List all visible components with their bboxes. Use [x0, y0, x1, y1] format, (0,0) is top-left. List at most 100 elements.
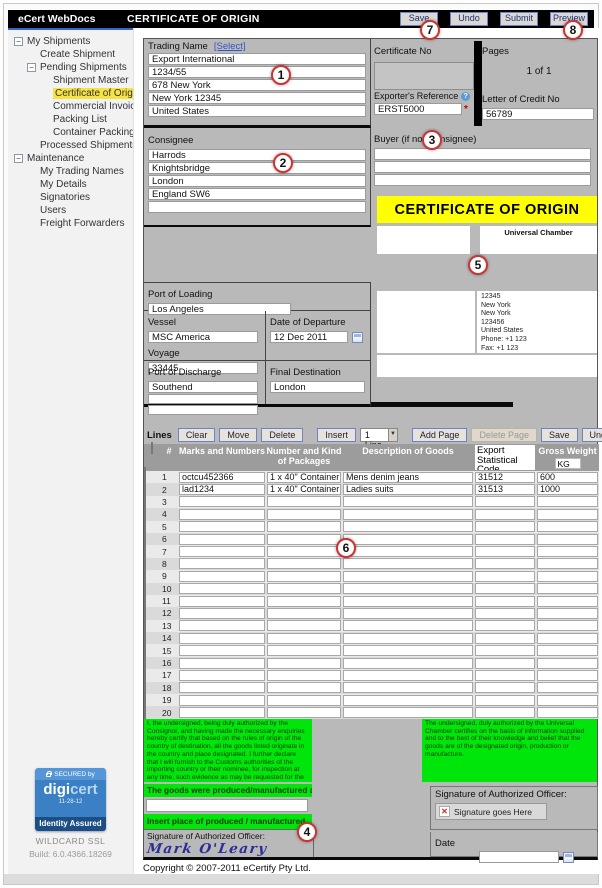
code-input[interactable]: [475, 695, 535, 706]
packages-input[interactable]: [267, 620, 341, 631]
marks-input[interactable]: [179, 620, 265, 631]
packages-input[interactable]: [267, 670, 341, 681]
help-icon[interactable]: ?: [461, 92, 470, 101]
date-calendar-icon[interactable]: [563, 852, 574, 863]
packages-input[interactable]: [267, 496, 341, 507]
code-input[interactable]: [475, 633, 535, 644]
form-input-line[interactable]: New York 12345: [148, 92, 366, 104]
weight-input[interactable]: [537, 546, 598, 557]
code-input[interactable]: [475, 558, 535, 569]
marks-input[interactable]: lad1234: [179, 484, 265, 495]
marks-input[interactable]: [179, 645, 265, 656]
packages-input[interactable]: [267, 521, 341, 532]
sidebar-item-users[interactable]: Users: [8, 204, 133, 217]
sidebar-item-processed-shipments[interactable]: Processed Shipments: [8, 139, 133, 152]
packages-input[interactable]: [267, 558, 341, 569]
code-input[interactable]: [475, 620, 535, 631]
packages-input[interactable]: [267, 645, 341, 656]
packages-input[interactable]: [267, 707, 341, 718]
weight-input[interactable]: [537, 534, 598, 545]
description-input[interactable]: Ladies suits: [343, 484, 473, 495]
form-input-line[interactable]: Harrods: [148, 149, 366, 161]
code-input[interactable]: [475, 496, 535, 507]
sidebar-item-freight-forwarders[interactable]: Freight Forwarders: [8, 217, 133, 230]
packages-input[interactable]: [267, 695, 341, 706]
code-input[interactable]: [475, 534, 535, 545]
code-input[interactable]: [475, 596, 535, 607]
weight-input[interactable]: [537, 658, 598, 669]
form-input-line[interactable]: 678 New York: [148, 79, 366, 91]
calendar-icon[interactable]: [352, 332, 363, 343]
sidebar-item-container-packing-list[interactable]: Container Packing List: [8, 126, 133, 139]
code-input[interactable]: [475, 670, 535, 681]
form-input-line[interactable]: [374, 161, 591, 173]
trading-name-select-link[interactable]: [Select]: [214, 41, 246, 52]
sidebar-item-certificate-of-origin[interactable]: Certificate of Origin: [8, 87, 133, 100]
weight-input[interactable]: [537, 558, 598, 569]
packages-input[interactable]: [267, 633, 341, 644]
code-input[interactable]: [475, 583, 535, 594]
sidebar-item-signatories[interactable]: Signatories: [8, 191, 133, 204]
marks-input[interactable]: [179, 546, 265, 557]
marks-input[interactable]: [179, 534, 265, 545]
delete-button[interactable]: Delete: [261, 428, 303, 442]
marks-input[interactable]: [179, 608, 265, 619]
sidebar-item-pending-shipments[interactable]: − Pending Shipments: [8, 61, 133, 74]
marks-input[interactable]: [179, 707, 265, 718]
insert-button[interactable]: Insert: [317, 428, 356, 442]
exporters-reference-input[interactable]: ERST5000: [374, 103, 462, 115]
weight-input[interactable]: [537, 521, 598, 532]
clear-button[interactable]: Clear: [178, 428, 216, 442]
produced-at-input[interactable]: [146, 799, 308, 812]
packages-input[interactable]: [267, 509, 341, 520]
weight-input[interactable]: [537, 682, 598, 693]
marks-input[interactable]: [179, 521, 265, 532]
form-input-line[interactable]: [374, 148, 591, 160]
form-input-line[interactable]: 1234/55: [148, 66, 366, 78]
code-input[interactable]: [475, 571, 535, 582]
header-kg-input[interactable]: KG: [555, 458, 581, 469]
description-input[interactable]: [343, 682, 473, 693]
packages-input[interactable]: [267, 596, 341, 607]
code-input[interactable]: 31513: [475, 484, 535, 495]
sidebar-item-my-shipments[interactable]: − My Shipments: [8, 35, 133, 48]
description-input[interactable]: [343, 645, 473, 656]
tree-collapse-icon[interactable]: −: [14, 154, 23, 163]
chevron-down-icon[interactable]: ▼: [388, 428, 398, 442]
form-input-line[interactable]: London: [148, 175, 366, 187]
form-input-line[interactable]: Knightsbridge: [148, 162, 366, 174]
sidebar-item-create-shipment[interactable]: Create Shipment: [8, 48, 133, 61]
description-input[interactable]: [343, 670, 473, 681]
weight-input[interactable]: [537, 620, 598, 631]
form-input-line[interactable]: [148, 405, 258, 415]
marks-input[interactable]: [179, 682, 265, 693]
form-input-line[interactable]: [148, 394, 258, 404]
packages-input[interactable]: [267, 534, 341, 545]
description-input[interactable]: [343, 707, 473, 718]
marks-input[interactable]: [179, 496, 265, 507]
sidebar-item-packing-list[interactable]: Packing List: [8, 113, 133, 126]
undo-button[interactable]: Undo: [450, 12, 488, 26]
marks-input[interactable]: [179, 670, 265, 681]
form-input-line[interactable]: United States: [148, 105, 366, 117]
final-destination-input[interactable]: London: [270, 381, 365, 393]
form-input-line[interactable]: [148, 201, 366, 213]
weight-input[interactable]: [537, 670, 598, 681]
weight-input[interactable]: 600: [537, 472, 598, 483]
marks-input[interactable]: [179, 633, 265, 644]
code-input[interactable]: [475, 682, 535, 693]
weight-input[interactable]: 1000: [537, 484, 598, 495]
marks-input[interactable]: [179, 658, 265, 669]
code-input[interactable]: [475, 707, 535, 718]
tree-collapse-icon[interactable]: −: [14, 37, 23, 46]
packages-input[interactable]: 1 x 40" Container: [267, 484, 341, 495]
weight-input[interactable]: [537, 596, 598, 607]
code-input[interactable]: [475, 608, 535, 619]
date-input[interactable]: [479, 851, 559, 863]
sidebar-item-shipment-master[interactable]: Shipment Master: [8, 74, 133, 87]
move-button[interactable]: Move: [219, 428, 257, 442]
code-input[interactable]: [475, 521, 535, 532]
sidebar-item-my-details[interactable]: My Details: [8, 178, 133, 191]
description-input[interactable]: Mens denim jeans: [343, 472, 473, 483]
line-count-select[interactable]: 1 Line ▼: [360, 428, 398, 442]
